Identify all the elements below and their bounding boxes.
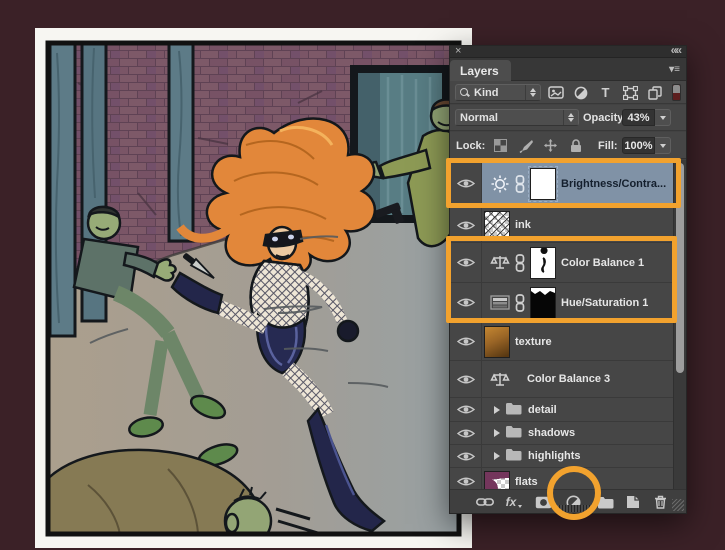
lock-row: Lock: Fill: 100%	[450, 132, 686, 159]
disclosure-triangle-icon[interactable]	[494, 429, 500, 437]
layer-name[interactable]: flats	[515, 476, 538, 488]
search-icon	[460, 87, 470, 98]
layer-row-group-highlights[interactable]: highlights	[450, 445, 673, 468]
color-balance-scales-icon	[490, 371, 510, 388]
visibility-eye-icon[interactable]	[450, 283, 482, 322]
layer-thumbnail[interactable]	[484, 211, 510, 239]
visibility-eye-icon[interactable]	[450, 468, 482, 489]
mask-link-icon[interactable]	[515, 253, 525, 272]
delete-layer-trash-icon[interactable]	[649, 490, 671, 514]
lock-all-padlock-icon[interactable]	[567, 138, 584, 154]
hue-saturation-icon	[490, 295, 510, 310]
blend-mode-value: Normal	[460, 111, 498, 124]
link-layers-icon[interactable]	[474, 490, 496, 514]
visibility-eye-icon[interactable]	[450, 243, 482, 282]
layer-name[interactable]: Color Balance 3	[527, 373, 610, 385]
filter-kind-label: Kind	[474, 86, 499, 99]
annotation-tick-marks	[556, 505, 593, 512]
tab-layers[interactable]: Layers	[450, 60, 511, 81]
group-folder-icon	[505, 402, 523, 418]
disclosure-triangle-icon[interactable]	[494, 405, 500, 414]
layer-mask-thumbnail[interactable]	[530, 286, 556, 319]
layer-name[interactable]: ink	[515, 219, 531, 231]
layer-list-scrollbar[interactable]	[673, 160, 686, 489]
fill-value[interactable]: 100%	[622, 137, 655, 154]
new-group-icon[interactable]	[595, 490, 617, 514]
layer-row-texture[interactable]: texture	[450, 323, 673, 361]
add-layer-mask-icon[interactable]	[532, 490, 554, 514]
blend-mode-dropdown[interactable]: Normal	[455, 109, 579, 126]
filter-toggle-switch[interactable]	[672, 84, 681, 101]
layer-row-group-detail[interactable]: detail	[450, 398, 673, 422]
panel-title-strip: × ««	[450, 44, 686, 58]
layer-name[interactable]: shadows	[528, 427, 575, 439]
fill-dropdown-button[interactable]	[655, 137, 671, 154]
layer-row-group-shadows[interactable]: shadows	[450, 422, 673, 445]
collapse-to-icons-icon[interactable]: ««	[671, 44, 682, 57]
mask-link-icon[interactable]	[515, 293, 525, 312]
group-folder-icon	[505, 425, 523, 441]
brightness-contrast-icon	[490, 174, 510, 194]
group-folder-icon	[505, 448, 523, 464]
new-layer-icon[interactable]	[622, 490, 644, 514]
layer-name[interactable]: Hue/Saturation 1	[561, 297, 648, 309]
layer-list: Brightness/Contra... ink Color Balance 1…	[450, 160, 673, 489]
layer-thumbnail[interactable]	[484, 325, 510, 358]
layer-thumbnail[interactable]	[484, 471, 510, 489]
lock-transparency-icon[interactable]	[492, 138, 509, 154]
close-icon[interactable]: ×	[455, 45, 461, 57]
layer-name[interactable]: Brightness/Contra...	[561, 178, 666, 190]
layer-row-hue-saturation-1[interactable]: Hue/Saturation 1	[450, 283, 673, 323]
scrollbar-thumb[interactable]	[676, 163, 684, 373]
fill-label: Fill:	[598, 140, 618, 152]
layer-name[interactable]: detail	[528, 404, 557, 416]
filter-smart-objects-icon[interactable]	[646, 85, 665, 101]
disclosure-triangle-icon[interactable]	[494, 452, 500, 460]
layer-row-color-balance-1[interactable]: Color Balance 1	[450, 243, 673, 283]
lock-label: Lock:	[456, 140, 486, 152]
lock-pixels-brush-icon[interactable]	[517, 138, 534, 154]
filter-pixel-layers-icon[interactable]	[546, 85, 565, 101]
layer-effects-icon[interactable]: fx	[502, 490, 526, 514]
comic-art	[48, 43, 459, 534]
mask-link-icon[interactable]	[515, 174, 525, 193]
layer-row-brightness-contrast[interactable]: Brightness/Contra...	[450, 160, 673, 208]
filter-type-icons: T	[546, 84, 665, 101]
layer-row-flats[interactable]: flats	[450, 468, 673, 489]
opacity-value[interactable]: 43%	[622, 109, 655, 126]
visibility-eye-icon[interactable]	[450, 445, 482, 467]
filter-type-layers-icon[interactable]: T	[596, 85, 615, 101]
visibility-eye-icon[interactable]	[450, 160, 482, 207]
opacity-label: Opacity:	[583, 112, 628, 124]
panel-resize-grip[interactable]	[672, 499, 684, 511]
dropdown-arrows-icon	[525, 85, 536, 100]
comic-illustration	[35, 28, 472, 548]
filter-kind-dropdown[interactable]: Kind	[455, 84, 541, 101]
comic-artwork-canvas	[35, 28, 472, 548]
layer-row-color-balance-3[interactable]: Color Balance 3	[450, 361, 673, 398]
lock-position-move-icon[interactable]	[542, 138, 559, 154]
layer-name[interactable]: texture	[515, 336, 552, 348]
visibility-eye-icon[interactable]	[450, 422, 482, 444]
visibility-eye-icon[interactable]	[450, 361, 482, 397]
dropdown-arrows-icon	[563, 110, 574, 125]
panel-tab-bar: Layers ▾≡	[450, 58, 686, 81]
opacity-dropdown-button[interactable]	[655, 109, 671, 126]
panel-menu-icon[interactable]: ▾≡	[669, 64, 680, 75]
visibility-eye-icon[interactable]	[450, 208, 482, 242]
layer-name[interactable]: Color Balance 1	[561, 257, 644, 269]
layer-mask-thumbnail[interactable]	[528, 165, 558, 202]
layer-row-ink[interactable]: ink	[450, 208, 673, 243]
visibility-eye-icon[interactable]	[450, 323, 482, 360]
filter-adjustment-layers-icon[interactable]	[571, 85, 590, 101]
layers-panel: × «« Layers ▾≡ Kind T Normal Opacity: 43…	[449, 44, 687, 514]
layer-filter-row: Kind T	[450, 81, 686, 104]
filter-shape-layers-icon[interactable]	[621, 85, 640, 101]
layer-mask-thumbnail[interactable]	[530, 246, 556, 279]
visibility-eye-icon[interactable]	[450, 398, 482, 421]
layer-name[interactable]: highlights	[528, 450, 581, 462]
color-balance-scales-icon	[490, 254, 510, 271]
blend-mode-row: Normal Opacity: 43%	[450, 105, 686, 131]
